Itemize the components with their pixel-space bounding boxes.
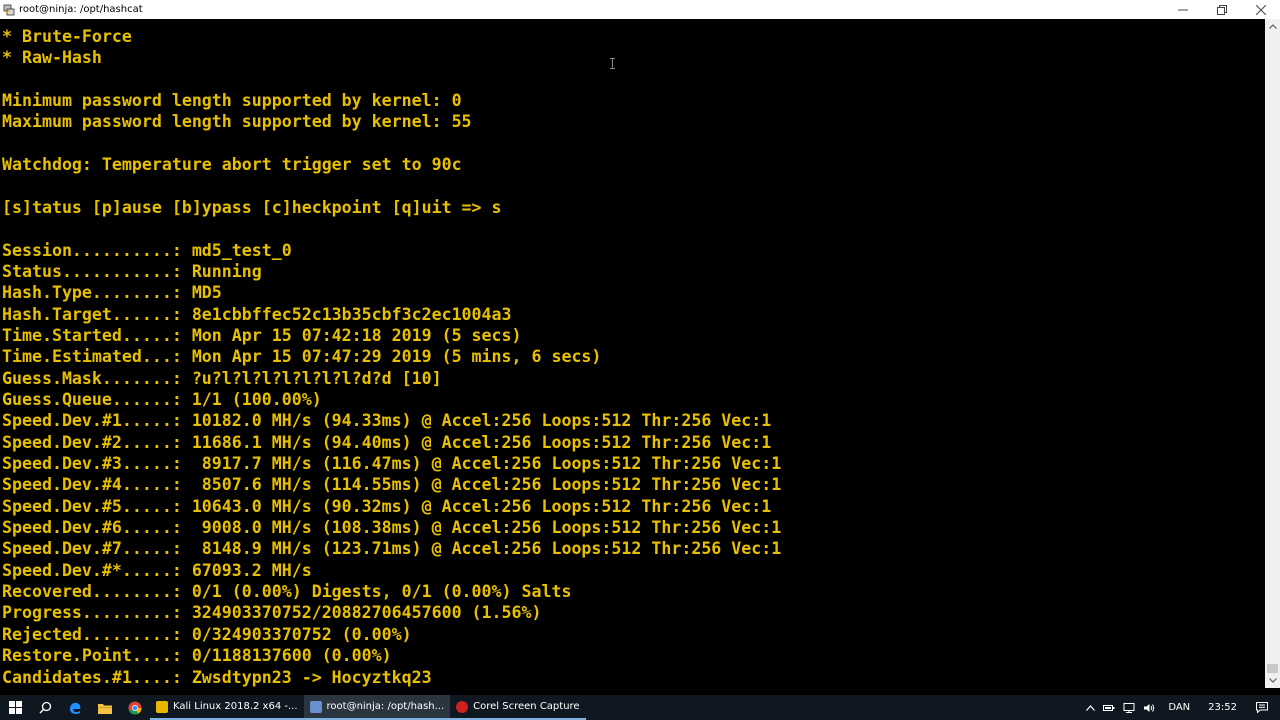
restore-icon — [1216, 4, 1227, 15]
terminal-line: Time.Started.....: Mon Apr 15 07:42:18 2… — [2, 325, 522, 345]
windows-logo-icon — [8, 701, 22, 714]
putty-icon — [309, 700, 322, 713]
terminal-line: Watchdog: Temperature abort trigger set … — [2, 155, 462, 175]
edge-icon — [70, 702, 81, 714]
close-icon — [1255, 4, 1266, 15]
terminal-line: Maximum password length supported by ker… — [2, 112, 472, 132]
putty-icon — [3, 4, 15, 16]
start-button[interactable] — [0, 695, 30, 720]
scroll-thumb[interactable] — [1267, 664, 1278, 673]
chevron-down-icon — [1268, 678, 1277, 683]
chevron-up-icon — [1086, 704, 1096, 711]
taskbar-app-putty[interactable]: root@ninja: /opt/hash... — [303, 695, 451, 720]
terminal-line: Hash.Type........: MD5 — [2, 283, 222, 303]
restore-button[interactable] — [1202, 0, 1241, 19]
terminal-line: * Brute-Force — [2, 27, 132, 46]
minimize-button[interactable] — [1163, 0, 1202, 19]
taskbar-app-label: Corel Screen Capture — [473, 701, 580, 712]
close-button[interactable] — [1241, 0, 1280, 19]
edge-browser-button[interactable] — [60, 695, 90, 720]
terminal-line: Speed.Dev.#5.....: 10643.0 MH/s (90.32ms… — [2, 496, 772, 516]
volume-tray-button[interactable] — [1139, 703, 1159, 713]
action-center-button[interactable] — [1246, 702, 1280, 713]
terminal-line: Rejected.........: 0/324903370752 (0.00%… — [2, 624, 412, 644]
minimize-icon — [1177, 9, 1188, 10]
network-tray-button[interactable] — [1119, 702, 1139, 713]
taskbar-app-corel[interactable]: Corel Screen Capture — [450, 695, 586, 720]
system-tray: DAN 23:52 — [1082, 695, 1280, 720]
scroll-down-button[interactable] — [1265, 673, 1280, 688]
terminal-line: Candidates.#1....: Zwsdtypn23 -> Hocyztk… — [2, 667, 432, 687]
terminal-line: Time.Estimated...: Mon Apr 15 07:47:29 2… — [2, 347, 602, 367]
battery-tray-button[interactable] — [1099, 704, 1119, 712]
terminal-line: Speed.Dev.#2.....: 11686.1 MH/s (94.40ms… — [2, 432, 772, 452]
ibeam-cursor-icon — [610, 58, 615, 69]
taskbar-app-vmware[interactable]: Kali Linux 2018.2 x64 -... — [150, 695, 304, 720]
terminal-line: Speed.Dev.#*.....: 67093.2 MH/s — [2, 560, 312, 580]
notification-icon — [1256, 702, 1268, 713]
language-indicator[interactable]: DAN — [1159, 702, 1199, 713]
vmware-icon — [156, 700, 168, 713]
taskbar: Kali Linux 2018.2 x64 -... root@ninja: /… — [0, 695, 1280, 720]
taskbar-app-label: Kali Linux 2018.2 x64 -... — [173, 701, 298, 712]
clock[interactable]: 23:52 — [1199, 702, 1246, 713]
terminal-line: Session..........: md5_test_0 — [2, 240, 292, 260]
terminal-line: Speed.Dev.#7.....: 8148.9 MH/s (123.71ms… — [2, 539, 782, 559]
window-title: root@ninja: /opt/hashcat — [19, 4, 143, 15]
terminal-line: Speed.Dev.#6.....: 9008.0 MH/s (108.38ms… — [2, 518, 782, 538]
terminal-line: Hash.Target......: 8e1cbbffec52c13b35cbf… — [2, 304, 512, 324]
battery-icon — [1103, 704, 1115, 711]
terminal-line: Status...........: Running — [2, 261, 262, 281]
terminal-line: Guess.Queue......: 1/1 (100.00%) — [2, 389, 322, 409]
terminal-line: Speed.Dev.#3.....: 8917.7 MH/s (116.47ms… — [2, 454, 782, 473]
terminal-line: Progress.........: 324903370752/20882706… — [2, 603, 542, 623]
folder-icon — [98, 703, 112, 714]
vertical-scrollbar[interactable] — [1265, 19, 1280, 688]
terminal-line: * Raw-Hash — [2, 48, 102, 68]
terminal-output[interactable]: * Brute-Force * Raw-Hash Minimum password … — [0, 19, 1265, 688]
network-icon — [1123, 702, 1135, 713]
terminal-line: Speed.Dev.#4.....: 8507.6 MH/s (114.55ms… — [2, 475, 782, 495]
terminal-line: Restore.Point....: 0/1188137600 (0.00%) — [2, 646, 392, 666]
window-title-bar[interactable]: root@ninja: /opt/hashcat — [0, 0, 1280, 19]
search-icon — [39, 701, 51, 714]
terminal-line: Guess.Mask.......: ?u?l?l?l?l?l?l?l?d?d … — [2, 368, 442, 388]
chrome-icon — [128, 701, 142, 714]
terminal-line: [s]tatus [p]ause [b]ypass [c]heckpoint [… — [2, 197, 502, 217]
corel-icon — [456, 700, 469, 713]
chrome-button[interactable] — [120, 695, 150, 720]
file-explorer-button[interactable] — [90, 695, 120, 720]
search-button[interactable] — [30, 695, 60, 720]
terminal-line: Minimum password length supported by ker… — [2, 91, 462, 111]
terminal-line: Recovered........: 0/1 (0.00%) Digests, … — [2, 582, 572, 602]
taskbar-app-label: root@ninja: /opt/hash... — [326, 701, 445, 712]
speaker-icon — [1144, 703, 1155, 712]
show-hidden-icons-button[interactable] — [1082, 704, 1099, 711]
terminal-line: Speed.Dev.#1.....: 10182.0 MH/s (94.33ms… — [2, 411, 772, 431]
chevron-up-icon — [1268, 24, 1277, 29]
scroll-up-button[interactable] — [1265, 19, 1280, 34]
